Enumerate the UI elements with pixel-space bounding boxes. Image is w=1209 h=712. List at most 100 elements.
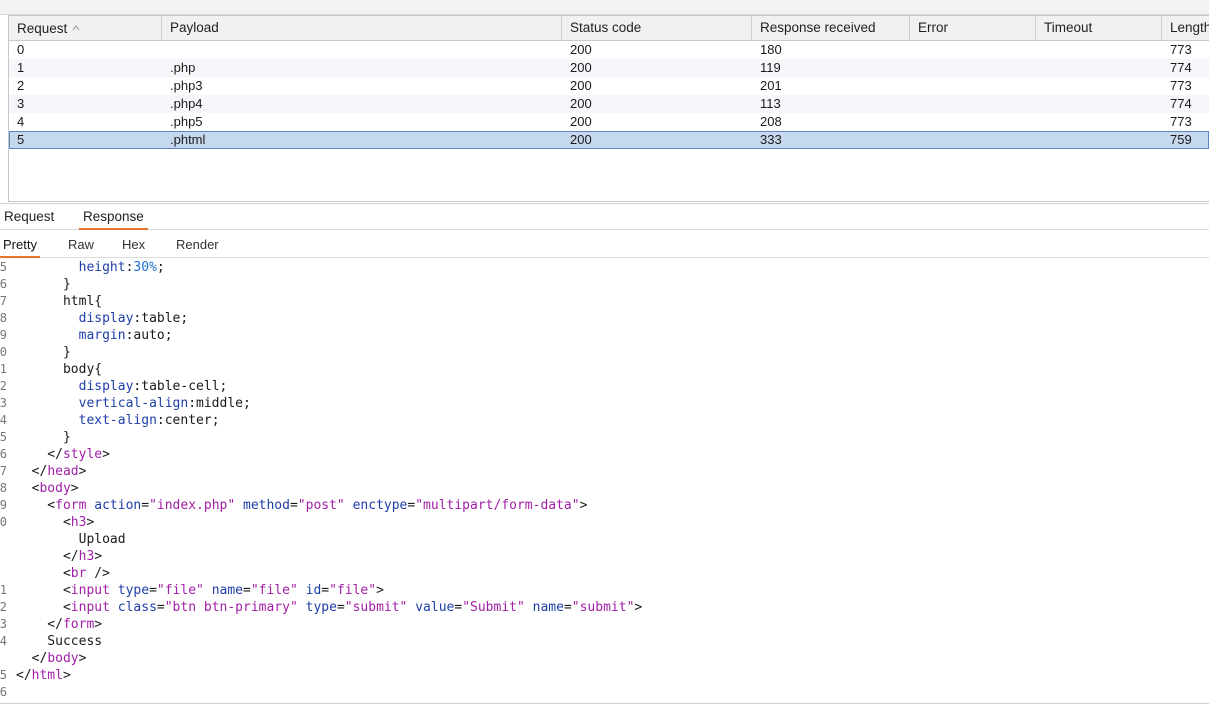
table-row[interactable]: 2 .php3 200 201 773	[9, 77, 1209, 95]
cell-request: 3	[17, 96, 25, 111]
tab-response[interactable]: Response	[79, 205, 148, 230]
code-text: }	[16, 430, 71, 445]
code-line: 7 html{	[0, 293, 1209, 310]
cell-error	[910, 77, 918, 95]
cell-timeout	[1036, 77, 1044, 95]
code-line: 5 }	[0, 429, 1209, 446]
table-row[interactable]: 1 .php 200 119 774	[9, 59, 1209, 77]
line-number: 6	[0, 277, 7, 291]
line-number: 2	[0, 600, 7, 614]
cell-response-received: 208	[760, 114, 782, 129]
line-number: 6	[0, 447, 7, 461]
cell-error	[910, 41, 918, 59]
bottom-divider	[0, 703, 1209, 704]
code-line: <br />	[0, 565, 1209, 582]
column-header-payload[interactable]: Payload	[162, 16, 562, 40]
code-text: <h3>	[16, 515, 95, 530]
cell-status-code: 200	[570, 96, 592, 111]
line-number: 2	[0, 379, 7, 393]
code-text: vertical-align:middle;	[78, 396, 251, 411]
cell-length: 759	[1170, 132, 1192, 147]
code-line: 2 <input class="btn btn-primary" type="s…	[0, 599, 1209, 616]
cell-payload: .php3	[170, 78, 203, 93]
code-line: 0 }	[0, 344, 1209, 361]
cell-error	[910, 59, 918, 77]
line-number: 5	[0, 260, 7, 274]
line-number: 3	[0, 396, 7, 410]
code-line: 6 }	[0, 276, 1209, 293]
code-text: height:30%;	[78, 260, 165, 275]
code-text: <input class="btn btn-primary" type="sub…	[16, 600, 643, 615]
cell-request: 2	[17, 78, 25, 93]
column-header-error[interactable]: Error	[910, 16, 1036, 40]
results-table: Request Payload Status code Response rec…	[8, 15, 1209, 202]
cell-length: 773	[1170, 78, 1192, 93]
line-number: 0	[0, 515, 7, 529]
table-body: 0 200 180 773 1 .php 200 119 774 2 .php3 200 201 773 3…	[9, 41, 1209, 149]
code-text: text-align:center;	[78, 413, 220, 428]
cell-response-received: 333	[760, 132, 782, 147]
cell-payload: .php4	[170, 96, 203, 111]
cell-status-code: 200	[570, 114, 592, 129]
line-number: 8	[0, 481, 7, 495]
code-line: 3 vertical-align:middle;	[0, 395, 1209, 412]
tab-render[interactable]: Render	[173, 233, 222, 258]
response-editor[interactable]: 5 height:30%; 6 } 7 html{8 display:table; 9…	[0, 259, 1209, 704]
cell-status-code: 200	[570, 132, 592, 147]
column-header-status-code[interactable]: Status code	[562, 16, 752, 40]
code-text: body{	[16, 362, 103, 377]
code-text: <body>	[16, 481, 79, 496]
line-number: 0	[0, 345, 7, 359]
code-text: </html>	[16, 668, 71, 683]
code-text: html{	[16, 294, 103, 309]
cell-error	[910, 95, 918, 113]
code-text: </h3>	[16, 549, 103, 564]
cell-response-received: 113	[760, 96, 781, 111]
column-header-request[interactable]: Request	[9, 16, 162, 40]
cell-error	[910, 113, 918, 131]
tab-raw[interactable]: Raw	[65, 233, 97, 258]
code-text: <form action="index.php" method="post" e…	[16, 498, 588, 513]
cell-status-code: 200	[570, 42, 592, 57]
column-header-timeout[interactable]: Timeout	[1036, 16, 1162, 40]
cell-payload: .phtml	[170, 132, 206, 147]
column-header-length[interactable]: Length	[1162, 16, 1209, 40]
code-line: 5 </html>	[0, 667, 1209, 684]
code-text: display:table;	[78, 311, 189, 326]
cell-request: 5	[17, 132, 25, 147]
table-row[interactable]: 4 .php5 200 208 773	[9, 113, 1209, 131]
cell-response-received: 180	[760, 42, 782, 57]
code-text: </body>	[16, 651, 87, 666]
tab-pretty[interactable]: Pretty	[0, 233, 40, 258]
message-tabs: Request Response	[0, 205, 1209, 230]
line-number: 9	[0, 498, 7, 512]
table-row[interactable]: 0 200 180 773	[9, 41, 1209, 59]
view-tabs: Pretty Raw Hex Render	[0, 233, 1209, 258]
code-line: 6 </style>	[0, 446, 1209, 463]
code-line: Upload	[0, 531, 1209, 548]
line-number: 5	[0, 430, 7, 444]
cell-request: 1	[17, 60, 25, 75]
divider	[0, 203, 1209, 204]
code-text: }	[16, 345, 71, 360]
table-row[interactable]: 5 .phtml 200 333 759	[9, 131, 1209, 149]
column-header-response-received[interactable]: Response received	[752, 16, 910, 40]
top-strip	[0, 0, 1209, 15]
tab-request[interactable]: Request	[0, 205, 58, 230]
line-number: 7	[0, 294, 7, 308]
line-number: 8	[0, 311, 7, 325]
code-line: 4 text-align:center;	[0, 412, 1209, 429]
cell-request: 0	[17, 42, 25, 57]
code-text: <br />	[16, 566, 110, 581]
code-line: 3 </form>	[0, 616, 1209, 633]
cell-length: 773	[1170, 114, 1192, 129]
table-row[interactable]: 3 .php4 200 113 774	[9, 95, 1209, 113]
tab-hex[interactable]: Hex	[119, 233, 148, 258]
code-line: 1 <input type="file" name="file" id="fil…	[0, 582, 1209, 599]
line-number: 3	[0, 617, 7, 631]
cell-timeout	[1036, 131, 1044, 149]
line-number: 6	[0, 685, 7, 699]
line-number: 4	[0, 413, 7, 427]
cell-length: 774	[1170, 60, 1192, 75]
code-text: <input type="file" name="file" id="file"…	[16, 583, 384, 598]
